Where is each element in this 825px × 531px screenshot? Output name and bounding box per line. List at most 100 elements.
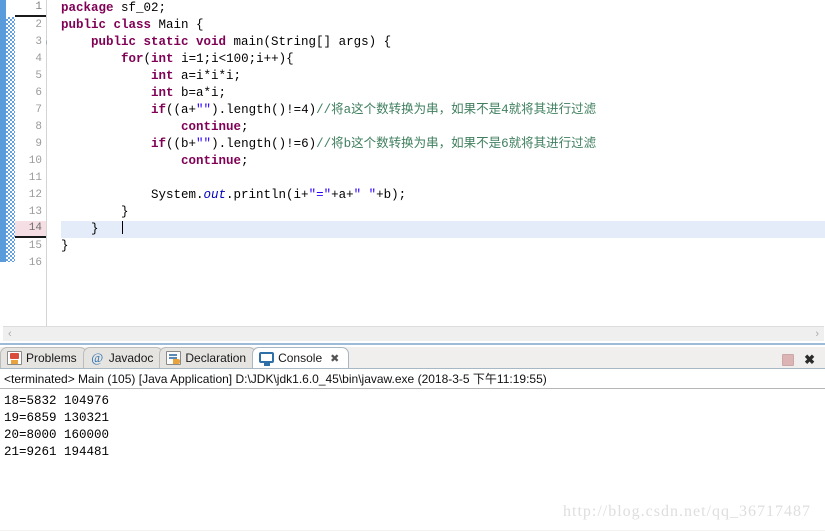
line-number[interactable]: 8 <box>15 119 46 136</box>
line-number[interactable]: 16 <box>15 255 46 272</box>
line-number[interactable]: 7 <box>15 102 46 119</box>
code-token: public class <box>61 18 159 32</box>
javadoc-icon: @ <box>91 350 104 365</box>
editor-body[interactable]: 1 2 3 4 5 6 7 8 9 10 11 12 13 14 15 16 package sf_02; pu… <box>0 0 825 326</box>
tab-label: Problems <box>26 351 77 365</box>
eclipse-window: 1 2 3 4 5 6 7 8 9 10 11 12 13 14 15 16 package sf_02; pu… <box>0 0 825 531</box>
scroll-left-icon[interactable]: ‹ <box>8 328 12 340</box>
console-icon <box>259 351 275 366</box>
line-number[interactable]: 10 <box>15 153 46 170</box>
code-token: "" <box>196 137 212 151</box>
code-line[interactable]: int b=a*i; <box>61 85 825 102</box>
line-number[interactable]: 3 <box>15 34 55 51</box>
code-line[interactable]: public static void main(String[] args) { <box>61 34 825 51</box>
code-token: } <box>61 239 69 253</box>
code-token: //将b这个数转换为串，如果不是6就将其进行过滤 <box>316 137 597 151</box>
code-line[interactable]: if((b+"").length()!=6)//将b这个数转换为串，如果不是6就… <box>61 136 825 153</box>
code-line[interactable] <box>61 255 825 272</box>
code-line[interactable] <box>61 170 825 187</box>
code-token: out <box>203 188 227 202</box>
console-output-line: 20=8000 160000 <box>4 428 110 442</box>
console-output-line: 21=9261 194481 <box>4 445 110 459</box>
code-token: if <box>151 137 167 151</box>
tab-label: Console <box>278 351 323 365</box>
close-icon[interactable]: ✖ <box>330 352 339 365</box>
tab-problems[interactable]: Problems <box>0 347 87 368</box>
code-token: //将a这个数转换为串，如果不是4就将其进行过滤 <box>316 103 597 117</box>
annotation-hatch <box>6 17 15 262</box>
code-token: continue <box>181 120 242 134</box>
scroll-right-icon[interactable]: › <box>815 328 819 340</box>
code-line[interactable]: continue; <box>61 119 825 136</box>
console-toolbar[interactable]: ✖ <box>782 353 825 368</box>
code-token: ((b+ <box>166 137 197 151</box>
tab-console[interactable]: Console ✖ <box>252 347 350 368</box>
tab-declaration[interactable]: Declaration <box>159 347 257 368</box>
terminate-button[interactable] <box>782 353 795 366</box>
code-line[interactable]: continue; <box>61 153 825 170</box>
tab-javadoc[interactable]: @ Javadoc <box>82 347 164 368</box>
code-token: public static void <box>91 35 234 49</box>
line-number[interactable]: 6 <box>15 85 46 102</box>
line-number[interactable]: 1 <box>15 0 46 17</box>
console-panel: Problems @ Javadoc Declaration Console ✖ ✖ <t… <box>0 347 825 531</box>
editor-horizontal-scrollbar[interactable]: ‹ › <box>3 326 824 341</box>
caret-gap <box>99 222 122 236</box>
console-output-line: 18=5832 104976 <box>4 394 110 408</box>
code-line[interactable]: if((a+"").length()!=4)//将a这个数转换为串，如果不是4就… <box>61 102 825 119</box>
code-token: continue <box>181 154 242 168</box>
line-number[interactable]: 5 <box>15 68 46 85</box>
line-number[interactable]: 4 <box>15 51 46 68</box>
editor-folding-column[interactable] <box>47 0 56 326</box>
java-editor[interactable]: 1 2 3 4 5 6 7 8 9 10 11 12 13 14 15 16 package sf_02; pu… <box>0 0 825 345</box>
code-token: int <box>151 69 174 83</box>
line-number[interactable]: 12 <box>15 187 46 204</box>
code-token: int <box>151 86 174 100</box>
code-line[interactable]: } <box>61 221 825 238</box>
console-output-line: 19=6859 130321 <box>4 411 110 425</box>
line-number[interactable]: 2 <box>15 17 46 34</box>
code-token: ).length()!=6) <box>211 137 317 151</box>
editor-line-number-gutter[interactable]: 1 2 3 4 5 6 7 8 9 10 11 12 13 14 15 16 <box>15 0 55 326</box>
code-token: " " <box>353 188 377 202</box>
line-number[interactable]: 14 <box>15 221 46 238</box>
code-token: "=" <box>308 188 332 202</box>
line-number[interactable]: 15 <box>15 238 46 255</box>
editor-code-area[interactable]: package sf_02; public class Main { public… <box>56 0 825 326</box>
watermark-text: http://blog.csdn.net/qq_36717487 <box>563 503 811 520</box>
code-line[interactable]: public class Main { <box>61 17 825 34</box>
console-tab-bar[interactable]: Problems @ Javadoc Declaration Console ✖ ✖ <box>0 347 825 369</box>
line-number[interactable]: 13 <box>15 204 46 221</box>
code-token: for <box>121 52 144 66</box>
code-line[interactable]: } <box>61 238 825 255</box>
line-number[interactable]: 9 <box>15 136 46 153</box>
code-token: .println(i+ <box>226 188 309 202</box>
code-token: +b); <box>376 188 407 202</box>
code-token: ; <box>241 120 249 134</box>
remove-all-terminated-button[interactable]: ✖ <box>804 353 815 366</box>
code-line[interactable]: for(int i=1;i<100;i++){ <box>61 51 825 68</box>
code-token: if <box>151 103 167 117</box>
code-token: int <box>151 52 174 66</box>
code-token: b=a*i; <box>173 86 227 100</box>
code-token: i=1;i<100;i++){ <box>173 52 294 66</box>
code-line[interactable]: package sf_02; <box>61 0 825 17</box>
code-token: } <box>61 205 129 219</box>
code-token: +a+ <box>331 188 354 202</box>
code-token: sf_02; <box>121 1 167 15</box>
code-line[interactable]: int a=i*i*i; <box>61 68 825 85</box>
line-number[interactable]: 11 <box>15 170 46 187</box>
code-line[interactable]: System.out.println(i+"="+a+" "+b); <box>61 187 825 204</box>
text-caret <box>122 221 124 234</box>
tab-label: Declaration <box>185 351 247 365</box>
code-token: main(String[] args) { <box>233 35 392 49</box>
code-token: Main { <box>158 18 204 32</box>
code-line[interactable]: } <box>61 204 825 221</box>
